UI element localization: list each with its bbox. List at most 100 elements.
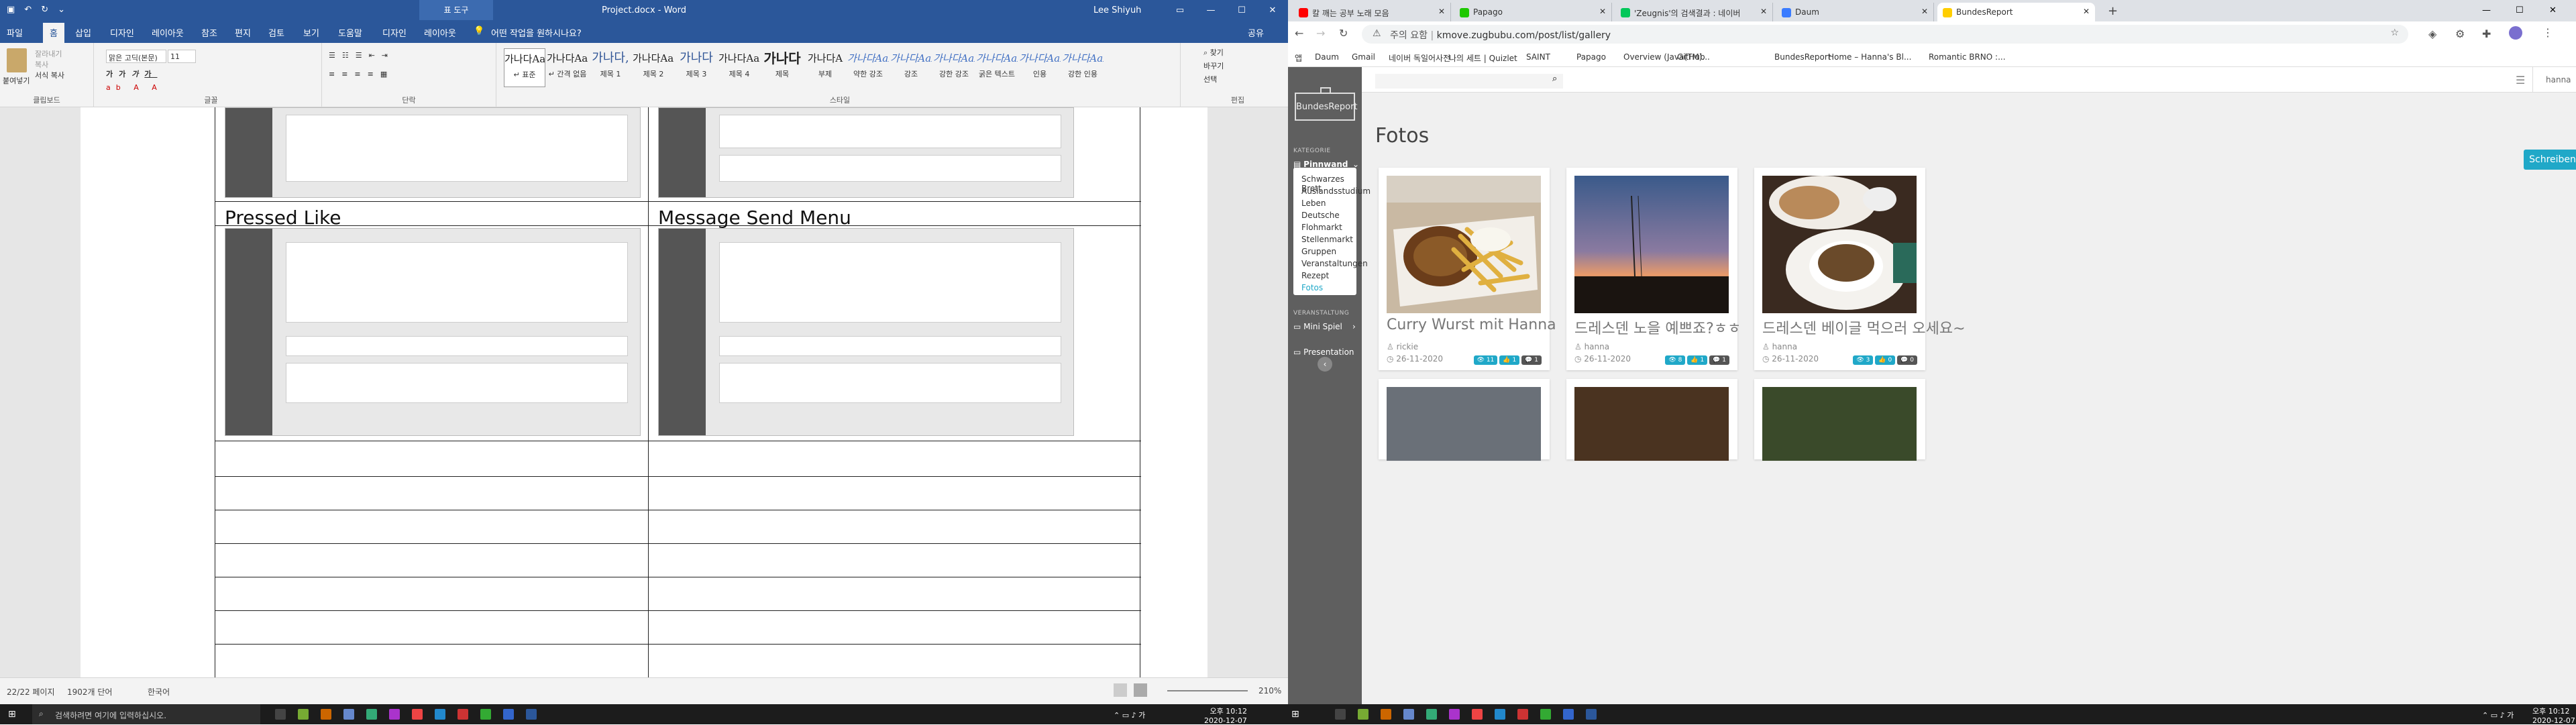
taskbar-app-icon[interactable] [343, 709, 354, 720]
taskbar-app-icon[interactable] [1540, 709, 1551, 720]
close-tab-icon[interactable]: ✕ [1438, 7, 1445, 16]
warning-icon[interactable]: ⚠ [1373, 28, 1381, 39]
taskbar-app-icon[interactable] [1495, 709, 1505, 720]
taskbar-app-icon[interactable] [1335, 709, 1346, 720]
taskbar-app-icon[interactable] [480, 709, 491, 720]
style-item[interactable]: 가나다AaI 강한 인용 [1062, 48, 1104, 87]
format-painter-button[interactable]: 서식 복사 [35, 70, 64, 80]
photo-card[interactable]: 드레스덴 노을 예쁘죠?ㅎㅎ ♙ hanna ◷ 26-11-2020 👁 8 … [1566, 168, 1741, 370]
document-area[interactable]: Pressed Like Message Send Menu [0, 107, 1288, 677]
user-name[interactable]: hanna [2546, 75, 2571, 85]
extension-icon[interactable]: ⚙ [2455, 27, 2465, 40]
zoom-level[interactable]: 210% [1258, 686, 1281, 695]
tab-help[interactable]: 도움말 [338, 26, 362, 39]
back-icon[interactable]: ← [1295, 27, 1303, 40]
tab-view[interactable]: 보기 [303, 26, 319, 39]
browser-tab[interactable]: Daum ✕ [1776, 3, 1934, 21]
card-title[interactable]: 드레스덴 노을 예쁘죠?ㅎㅎ [1574, 317, 1741, 338]
submenu-item[interactable]: Stellenmarkt [1301, 235, 1353, 244]
print-layout-icon[interactable] [1134, 683, 1147, 697]
extension-icon[interactable]: ◈ [2428, 27, 2436, 40]
font-color-buttons[interactable]: ab A A [106, 83, 162, 92]
star-icon[interactable]: ☆ [2390, 27, 2399, 38]
style-item[interactable]: 가나다AaI 제목 4 [718, 48, 760, 87]
taskbar-search-box[interactable]: ⌕ 검색하려면 여기에 입력하십시오. [32, 704, 260, 724]
submenu-item[interactable]: Leben [1301, 199, 1326, 208]
clock-right[interactable]: 오후 10:12 2020-12-07 [2532, 706, 2575, 725]
taskbar-app-icon[interactable] [1403, 709, 1414, 720]
taskbar-app-icon[interactable] [1358, 709, 1368, 720]
cut-button[interactable]: 잘라내기 [35, 48, 62, 59]
browser-tab[interactable]: 'Zeugnis'의 검색결과 : 네이버 ✕ [1615, 3, 1773, 21]
card-title[interactable]: Curry Wurst mit Hanna [1387, 317, 1556, 333]
style-item[interactable]: 가나다A 부제 [804, 48, 846, 87]
bookmark-item[interactable]: BundesReport [1774, 52, 1831, 62]
tab-insert[interactable]: 삽입 [75, 26, 91, 39]
menu-presentation[interactable]: ▭ Presentation [1293, 347, 1354, 357]
align-buttons[interactable]: ≡≡≡≡▦ [329, 70, 394, 78]
minimize-button[interactable]: — [2482, 5, 2491, 15]
submenu-item[interactable]: Veranstaltungen [1301, 259, 1368, 268]
tray-icons[interactable]: ⌃ ▭ ♪ 가 [2482, 710, 2514, 720]
style-item[interactable]: 가나다AaI 인용 [1019, 48, 1061, 87]
photo-bar[interactable] [1574, 387, 1729, 461]
taskbar-app-icon[interactable] [366, 709, 377, 720]
puzzle-icon[interactable]: ✚ [2482, 27, 2491, 40]
style-item[interactable]: 가나다AaI ↵ 간격 없음 [547, 48, 588, 87]
maximize-button[interactable]: ☐ [2516, 5, 2524, 15]
tab-table-design[interactable]: 디자인 [382, 26, 407, 39]
bookmark-item[interactable]: 나의 세트 | Quizlet [1449, 52, 1517, 64]
menu-mini-spiel[interactable]: ▭ Mini Spiel › [1293, 322, 1356, 331]
photo-salad[interactable] [1762, 387, 1917, 461]
document-table[interactable]: Pressed Like Message Send Menu [215, 107, 1141, 677]
bookmark-item[interactable]: Daum [1315, 52, 1339, 62]
profile-avatar[interactable] [2509, 26, 2522, 40]
windows-start-icon[interactable]: ⊞ [8, 709, 16, 720]
ribbon-display-icon[interactable]: ▭ [1165, 0, 1195, 20]
omnibox[interactable]: ⚠ 주의 요함 | kmove.zugbubu.com/post/list/ga… [1362, 25, 2408, 44]
photo-card[interactable]: 드레스덴 베이글 먹으러 오세요~ ♙ hanna ◷ 26-11-2020 👁… [1754, 168, 1966, 370]
taskbar-app-icon[interactable] [435, 709, 445, 720]
style-item[interactable]: 가나다AaI 강한 강조 [933, 48, 975, 87]
close-tab-icon[interactable]: ✕ [1599, 7, 1606, 16]
tab-layout[interactable]: 레이아웃 [152, 26, 184, 39]
tell-me-search[interactable]: 어떤 작업을 원하시나요? [491, 26, 582, 39]
taskbar-app-icon[interactable] [1517, 709, 1528, 720]
language[interactable]: 한국어 [148, 686, 170, 698]
reload-icon[interactable]: ↻ [1339, 27, 1348, 40]
collapse-sidebar-button[interactable]: ‹ [1318, 357, 1332, 372]
taskbar-app-icon[interactable] [321, 709, 331, 720]
embedded-screenshot[interactable] [225, 107, 641, 198]
bookmark-item[interactable]: Home – Hanna's Bl... [1828, 52, 1911, 62]
select-button[interactable]: 선택 [1203, 74, 1217, 85]
submenu-item[interactable]: Gruppen [1301, 247, 1336, 256]
browser-tab[interactable]: Papago ✕ [1454, 3, 1612, 21]
photo-card[interactable]: Curry Wurst mit Hanna ♙ rickie ◷ 26-11-2… [1379, 168, 1556, 370]
submenu-item[interactable]: Fotos [1301, 283, 1323, 292]
clock-left[interactable]: 오후 10:12 2020-12-07 [1204, 706, 1247, 725]
taskbar-app-icon[interactable] [1472, 709, 1483, 720]
tab-references[interactable]: 참조 [201, 26, 217, 39]
submenu-item[interactable]: Flohmarkt [1301, 223, 1342, 232]
bookmark-item[interactable]: Papago [1576, 52, 1606, 62]
bookmark-item[interactable]: SAINT [1526, 52, 1550, 62]
browser-tab[interactable]: 칼 깨는 공부 노래 모음 ✕ [1293, 3, 1451, 21]
embedded-screenshot-message-menu[interactable] [658, 228, 1074, 436]
tab-home[interactable]: 홈 [43, 23, 64, 43]
find-button[interactable]: ⌕ 찾기 [1203, 47, 1224, 58]
taskbar-app-icon[interactable] [458, 709, 468, 720]
bookmark-item[interactable]: 앱 [1295, 52, 1302, 64]
font-format-buttons[interactable]: 가가가가 [106, 68, 158, 79]
page-count[interactable]: 22/22 페이지 [7, 686, 55, 698]
close-button[interactable]: ✕ [2549, 5, 2557, 15]
document-page[interactable]: Pressed Like Message Send Menu [80, 107, 1208, 677]
photo-bagel[interactable] [1762, 176, 1917, 313]
search-icon[interactable]: ⌕ [1552, 74, 1557, 84]
tab-mailings[interactable]: 편지 [235, 26, 251, 39]
share-button[interactable]: 공유 [1248, 26, 1264, 39]
paste-icon[interactable] [7, 48, 27, 72]
close-tab-icon[interactable]: ✕ [1760, 7, 1767, 16]
card-title[interactable]: 드레스덴 베이글 먹으러 오세요~ [1762, 317, 1966, 338]
read-mode-icon[interactable] [1114, 683, 1127, 697]
taskbar-app-icon[interactable] [1426, 709, 1437, 720]
